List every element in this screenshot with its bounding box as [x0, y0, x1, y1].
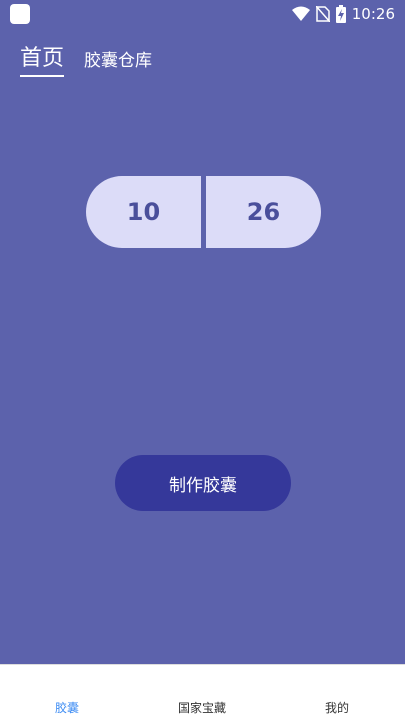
top-tabs: 首页 胶囊仓库	[20, 46, 152, 77]
nav-item-mine[interactable]: 我的	[297, 699, 377, 716]
nav-item-national-treasure[interactable]: 国家宝藏	[162, 699, 242, 716]
battery-charging-icon	[335, 5, 346, 23]
make-capsule-button[interactable]: 制作胶囊	[115, 455, 291, 511]
no-sim-icon	[315, 6, 330, 22]
wifi-icon	[291, 6, 310, 21]
capsule-display: 10 26	[86, 176, 321, 248]
status-bar: 10:26	[0, 0, 405, 28]
status-time: 10:26	[351, 5, 395, 23]
app-icon	[10, 4, 30, 24]
status-icons: 10:26	[291, 4, 395, 24]
tab-home[interactable]: 首页	[20, 46, 65, 77]
tab-capsule-warehouse[interactable]: 胶囊仓库	[84, 50, 152, 77]
nav-item-capsule[interactable]: 胶囊	[27, 699, 107, 716]
bottom-nav: 胶囊 国家宝藏 我的	[0, 664, 405, 721]
capsule-right-value: 26	[206, 176, 321, 248]
capsule-left-value: 10	[86, 176, 201, 248]
